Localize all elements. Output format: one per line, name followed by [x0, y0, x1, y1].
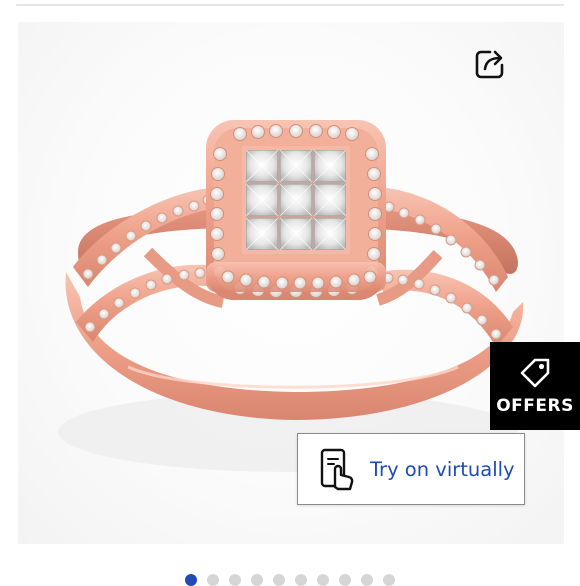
carousel-dot[interactable]	[207, 574, 219, 586]
carousel-dot-active[interactable]	[185, 574, 197, 586]
carousel-dot[interactable]	[383, 574, 395, 586]
carousel-dot[interactable]	[317, 574, 329, 586]
try-on-button[interactable]: Try on virtually	[297, 433, 525, 505]
offers-label: OFFERS	[496, 396, 574, 416]
carousel-dot[interactable]	[295, 574, 307, 586]
tag-icon	[520, 358, 550, 388]
share-icon	[475, 50, 504, 79]
share-button[interactable]	[470, 44, 510, 84]
carousel-dot[interactable]	[229, 574, 241, 586]
offers-button[interactable]: OFFERS	[490, 342, 580, 430]
carousel-dot[interactable]	[339, 574, 351, 586]
top-divider	[16, 4, 564, 6]
phone-try-on-icon	[320, 448, 354, 491]
try-on-icon-wrap	[316, 447, 360, 491]
carousel-indicators	[0, 574, 580, 586]
carousel-dot[interactable]	[273, 574, 285, 586]
try-on-label: Try on virtually	[370, 457, 515, 481]
carousel-dot[interactable]	[361, 574, 373, 586]
carousel-dot[interactable]	[251, 574, 263, 586]
